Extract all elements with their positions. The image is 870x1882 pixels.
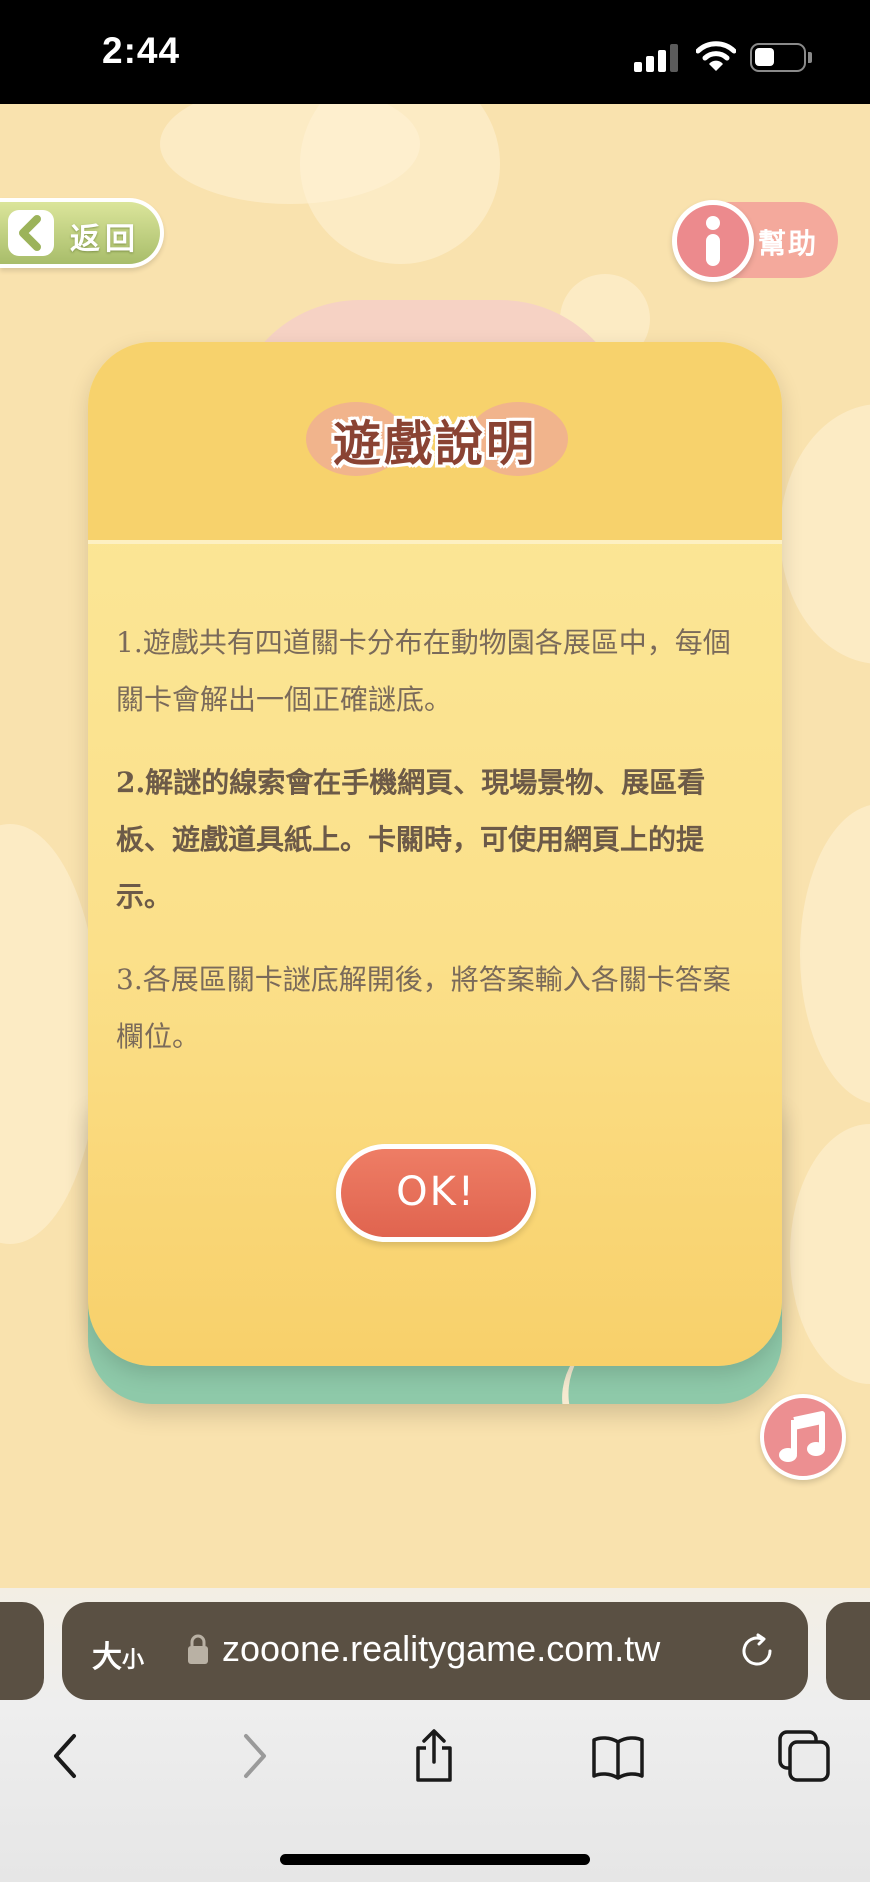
wifi-icon	[696, 41, 736, 71]
rule-item: 1.遊戲共有四道關卡分布在動物園各展區中，每個關卡會解出一個正確謎底。	[116, 626, 731, 716]
back-arrow-icon[interactable]	[38, 1728, 94, 1784]
background-bubble	[800, 804, 870, 1104]
text-size-button[interactable]: 大小	[92, 1632, 144, 1676]
dialog-title: 遊戲說明	[332, 416, 537, 472]
background-bubble	[0, 824, 100, 1244]
background-bubble	[780, 404, 870, 664]
bookmarks-icon[interactable]	[590, 1728, 646, 1784]
background-bubble	[790, 1124, 870, 1384]
lock-icon	[188, 1634, 208, 1664]
rule-item: 2.解謎的線索會在手機網頁、現場景物、展區看板、遊戲道具紙上。卡關時，可使用網頁…	[116, 766, 706, 913]
status-bar: 2:44	[0, 0, 870, 104]
cellular-signal-icon	[634, 44, 678, 72]
share-icon[interactable]	[406, 1728, 462, 1784]
browser-chrome: 大小 zooone.realitygame.com.tw	[0, 1588, 870, 1882]
back-button-label: 返回	[70, 222, 140, 257]
rules-list: 1.遊戲共有四道關卡分布在動物園各展區中，每個關卡會解出一個正確謎底。 2.解謎…	[116, 614, 746, 1091]
tabs-icon[interactable]	[776, 1728, 832, 1784]
back-button[interactable]: 返回	[0, 198, 164, 268]
address-bar[interactable]: 大小 zooone.realitygame.com.tw	[62, 1602, 808, 1700]
forward-arrow-icon[interactable]	[226, 1728, 282, 1784]
battery-icon	[750, 43, 806, 72]
ok-button[interactable]: OK!	[336, 1144, 536, 1242]
url-text[interactable]: zooone.realitygame.com.tw	[222, 1628, 660, 1670]
text-size-label: 大	[92, 1640, 122, 1675]
music-button[interactable]	[760, 1394, 846, 1480]
battery-tip	[808, 52, 812, 63]
next-tab-peek[interactable]	[826, 1602, 870, 1700]
previous-tab-peek[interactable]	[0, 1602, 44, 1700]
rule-item: 3.各展區關卡謎底解開後，將答案輸入各關卡答案欄位。	[116, 963, 731, 1053]
text-size-small: 小	[122, 1648, 145, 1673]
help-button-label: 幫助	[758, 227, 819, 260]
dialog-header: 遊戲說明	[88, 342, 782, 544]
chevron-left-icon	[8, 210, 54, 256]
instructions-dialog: 遊戲說明 1.遊戲共有四道關卡分布在動物園各展區中，每個關卡會解出一個正確謎底。…	[88, 342, 782, 1366]
status-time: 2:44	[102, 30, 181, 71]
home-indicator	[280, 1854, 590, 1865]
info-icon	[706, 216, 720, 266]
game-page: 返回 幫助 遊戲說明 1.遊戲共有四道關卡分布在動物園各展區中，每個關卡會解出一…	[0, 104, 870, 1588]
help-button[interactable]	[672, 200, 754, 282]
music-note-icon	[779, 1411, 825, 1462]
reload-icon[interactable]	[738, 1632, 776, 1670]
